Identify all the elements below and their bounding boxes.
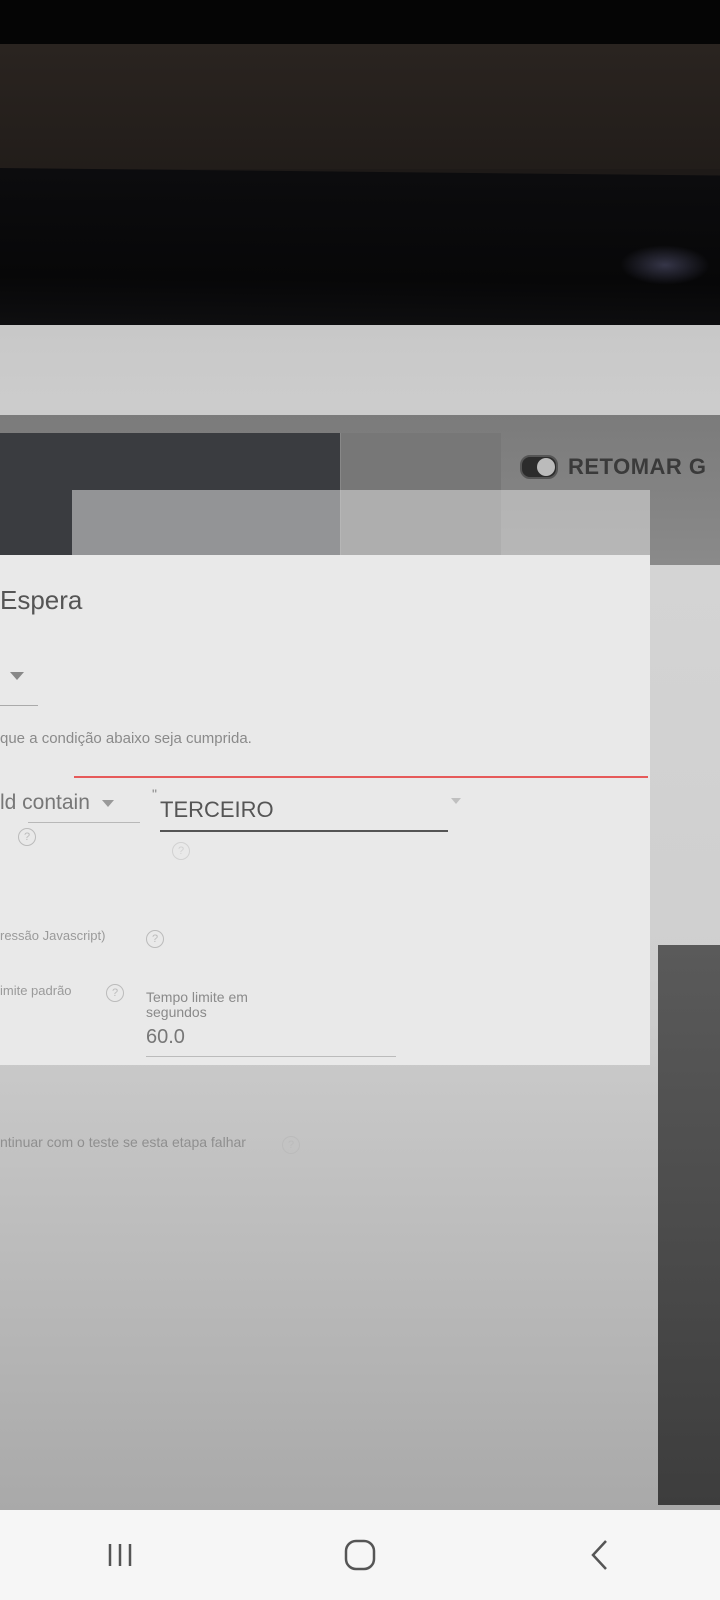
condition-hint: que a condição abaixo seja cumprida.	[0, 730, 252, 747]
operator-label: ld contain	[0, 791, 90, 814]
recent-apps-icon	[108, 1544, 132, 1566]
android-nav-bar	[0, 1510, 720, 1600]
background-wall	[0, 44, 720, 169]
screen-glare	[620, 244, 710, 286]
timeout-label: Tempo limite em segundos	[146, 989, 248, 1020]
value-dropdown-icon[interactable]	[451, 798, 461, 804]
back-button[interactable]	[540, 1525, 660, 1585]
help-icon[interactable]: ?	[172, 842, 190, 860]
help-icon[interactable]: ?	[18, 828, 36, 846]
help-icon[interactable]: ?	[146, 930, 164, 948]
home-button[interactable]	[300, 1525, 420, 1585]
help-icon[interactable]: ?	[282, 1136, 300, 1154]
default-limit-label: imite padrão	[0, 983, 72, 998]
resume-button[interactable]: RETOMAR G	[520, 447, 720, 487]
error-divider	[74, 776, 648, 778]
condition-value-input[interactable]	[160, 790, 448, 832]
home-icon	[344, 1539, 376, 1571]
operator-underline	[28, 822, 140, 823]
dropdown-underline	[0, 705, 38, 706]
continue-on-failure-label: ntinuar com o teste se esta etapa falhar	[0, 1134, 246, 1150]
timeout-input[interactable]	[146, 1018, 396, 1057]
resume-button-label: RETOMAR G	[568, 454, 707, 479]
dialog-title: Espera	[0, 585, 83, 615]
toggle-icon	[520, 455, 558, 479]
help-icon[interactable]: ?	[106, 984, 124, 1002]
chevron-down-icon	[101, 799, 114, 807]
recent-apps-button[interactable]	[60, 1525, 180, 1585]
status-strip	[0, 0, 720, 44]
right-side-panel	[658, 945, 720, 1505]
dropdown-caret-icon[interactable]	[10, 672, 24, 680]
dialog-header-area	[72, 490, 650, 560]
input-quote-mark: "	[152, 786, 157, 802]
operator-select[interactable]: ld contain	[0, 786, 140, 820]
expression-label: ressão Javascript)	[0, 928, 106, 943]
back-icon	[591, 1540, 607, 1570]
